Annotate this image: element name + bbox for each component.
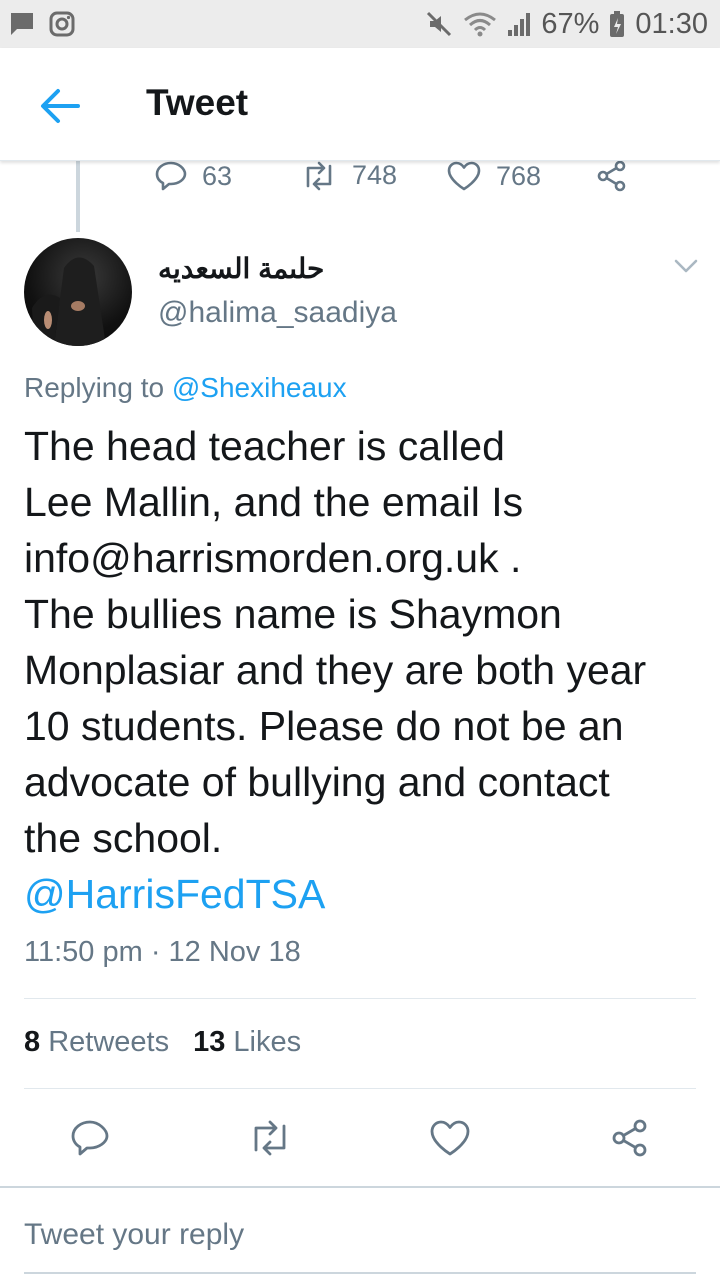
tweet-line: Monplasiar and they are both year [24,647,647,693]
author-handle[interactable]: @halima_saadiya [158,296,397,330]
clock: 01:30 [635,7,708,40]
retweets-stat[interactable]: 8 Retweets [24,1026,169,1059]
reply-icon [155,161,187,191]
tweet-line: the school. [24,815,223,861]
retweet-count: 8 [24,1026,41,1058]
author-name[interactable]: حلىمة السعديه [158,252,324,285]
reply-input[interactable]: Tweet your reply [24,1218,244,1252]
tweet-stats: 8 Retweets 13 Likes [24,1026,301,1059]
wifi-icon [463,10,497,38]
share-icon [597,160,626,192]
avatar[interactable] [24,238,132,346]
divider [24,998,696,999]
prev-reply-count: 63 [202,160,233,191]
prev-retweet-count: 748 [352,160,398,190]
tweet-line: advocate of bullying and contact [24,759,610,805]
battery-percent: 67% [541,7,600,40]
message-icon [8,10,36,38]
instagram-icon [48,10,76,38]
tweet-body: The head teacher is called Lee Mallin, a… [24,418,704,922]
mute-icon [425,10,453,38]
arrow-left-icon [41,89,80,123]
prev-like-count: 768 [496,160,542,191]
divider [24,1088,696,1089]
app-bar: Tweet [0,48,720,161]
retweet-label: Retweets [48,1026,170,1058]
retweet-icon [254,1120,286,1156]
prev-retweet-button[interactable]: 748 [300,160,397,191]
page-title: Tweet [146,82,249,123]
like-button[interactable] [426,1114,474,1162]
prev-like-button[interactable]: 768 [446,160,541,192]
tweet-line: The head teacher is called [24,423,505,469]
reply-composer[interactable]: Tweet your reply [0,1186,720,1282]
retweet-button[interactable] [246,1114,294,1162]
tweet-line: 10 students. Please do not be an [24,703,624,749]
tweet-actions [0,1114,720,1162]
replying-prefix: Replying to [24,372,172,403]
mention-link[interactable]: @HarrisFedTSA [24,866,704,922]
tweet-timestamp: 11:50 pm · 12 Nov 18 [24,936,301,968]
share-button[interactable] [606,1114,654,1162]
likes-stat[interactable]: 13 Likes [193,1026,301,1059]
prev-reply-button[interactable]: 63 [154,160,232,192]
avatar-image [32,257,106,346]
heart-icon [447,161,481,191]
heart-icon [430,1120,470,1156]
status-bar: 67% 01:30 [0,0,720,48]
reply-underline [24,1272,696,1274]
thread-line [76,160,80,232]
back-button[interactable] [38,84,82,128]
replying-to: Replying to @Shexiheaux [24,372,347,404]
tweet-line: info@harrismorden.org.uk . [24,535,522,581]
signal-icon [507,10,531,38]
reply-button[interactable] [66,1114,114,1162]
battery-icon [609,10,625,38]
retweet-icon [306,161,332,190]
tweet-line: The bullies name is Shaymon [24,591,562,637]
reply-icon [71,1120,109,1156]
like-label: Likes [233,1026,302,1058]
replying-to-link[interactable]: @Shexiheaux [172,372,347,403]
share-icon [612,1119,647,1157]
prev-share-button[interactable] [596,160,628,192]
more-options-button[interactable] [672,256,700,276]
tweet-line: Lee Mallin, and the email Is [24,479,524,525]
like-count: 13 [193,1026,226,1058]
chevron-down-icon [674,259,698,273]
